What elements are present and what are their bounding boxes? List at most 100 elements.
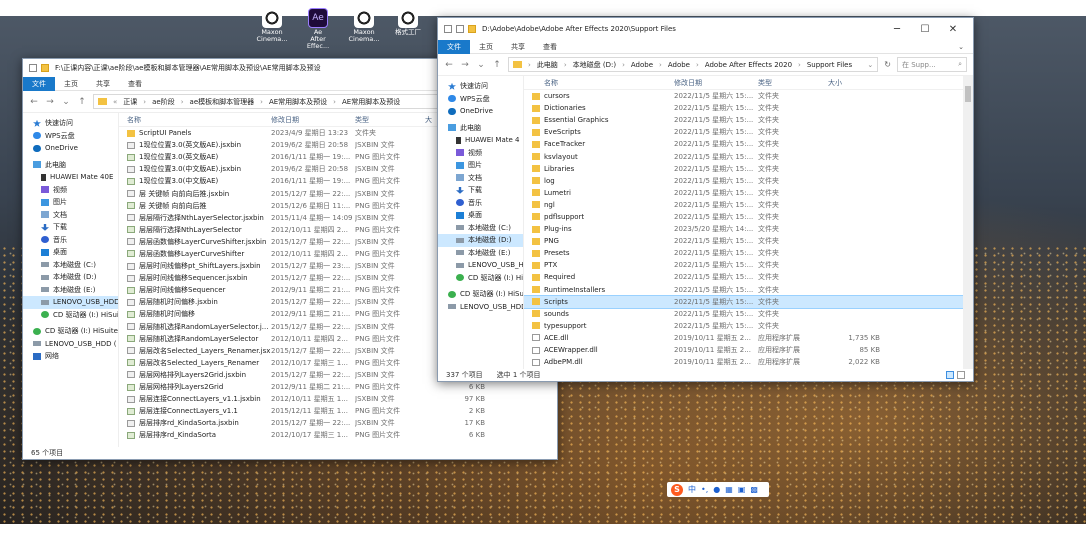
- nav-item[interactable]: LENOVO_USB_HDD: [438, 301, 523, 314]
- large-icons-view-icon[interactable]: [957, 371, 965, 379]
- file-row[interactable]: log 2022/11/5 星期六 15:... 文件夹: [524, 175, 973, 187]
- nav-item[interactable]: 本地磁盘 (C:): [438, 222, 523, 235]
- breadcrumb-item[interactable]: ae模板和脚本管理器: [190, 97, 255, 107]
- ribbon-tabs[interactable]: 文件 主页 共享 查看 ⌄: [438, 39, 973, 54]
- details-view-icon[interactable]: [946, 371, 954, 379]
- tab-share[interactable]: 共享: [87, 77, 119, 91]
- file-row[interactable]: Required 2022/11/5 星期六 15:... 文件夹: [524, 271, 973, 283]
- breadcrumb-item[interactable]: Support Files: [807, 61, 852, 69]
- file-row[interactable]: RuntimeInstallers 2022/11/5 星期六 15:... 文件夹: [524, 284, 973, 296]
- nav-item[interactable]: 下载: [438, 184, 523, 197]
- file-list[interactable]: 名称 修改日期 类型 大小 cursors 2022/11/5 星期六 15:..…: [524, 76, 973, 369]
- breadcrumb-item[interactable]: 正课: [123, 97, 137, 107]
- tab-view[interactable]: 查看: [534, 40, 566, 54]
- scrollbar-thumb[interactable]: [965, 86, 971, 102]
- file-row[interactable]: PNG 2022/11/5 星期六 15:... 文件夹: [524, 235, 973, 247]
- file-row[interactable]: PTX 2022/11/5 星期六 15:... 文件夹: [524, 259, 973, 271]
- nav-item[interactable]: 此电脑: [23, 159, 118, 172]
- file-row[interactable]: Essential Graphics 2022/11/5 星期六 15:... 文件…: [524, 114, 973, 126]
- header-name[interactable]: 名称: [524, 78, 674, 88]
- check-icon[interactable]: [456, 25, 464, 33]
- nav-item[interactable]: WPS云盘: [23, 130, 118, 143]
- file-row[interactable]: ksvlayout 2022/11/5 星期六 15:... 文件夹: [524, 150, 973, 162]
- ime-toolbar[interactable]: S 中 •, ● ▦ ▣ ▩: [667, 482, 769, 497]
- file-row[interactable]: sounds 2022/11/5 星期六 15:... 文件夹: [524, 308, 973, 320]
- breadcrumb-item[interactable]: 本地磁盘 (D:): [573, 60, 616, 70]
- nav-item[interactable]: LENOVO_USB_HDD (: [23, 338, 118, 351]
- nav-item[interactable]: 图片: [23, 196, 118, 209]
- quick-access-toolbar[interactable]: [29, 64, 49, 72]
- tab-view[interactable]: 查看: [119, 77, 151, 91]
- file-row[interactable]: 层层网格排列Layers2Grid 2012/9/11 星期二 21:... PNG…: [119, 381, 557, 393]
- file-row[interactable]: Dictionaries 2022/11/5 星期六 15:... 文件夹: [524, 102, 973, 114]
- recent-dropdown-icon[interactable]: ⌄: [476, 60, 486, 70]
- header-type[interactable]: 类型: [758, 78, 828, 88]
- nav-item[interactable]: 本地磁盘 (E:): [23, 284, 118, 297]
- nav-item[interactable]: 快速访问: [438, 80, 523, 93]
- forward-icon[interactable]: →: [45, 97, 55, 107]
- navigation-pane[interactable]: 快速访问 WPS云盘 OneDrive 此电脑 HUAWEI Mate 4 视频 图片 文档下…: [438, 76, 524, 369]
- keyboard-icon[interactable]: ▦: [725, 485, 733, 494]
- nav-item[interactable]: 下载: [23, 221, 118, 234]
- quick-access-toolbar[interactable]: [444, 25, 476, 33]
- nav-item[interactable]: CD 驱动器 (I:) Hi: [438, 272, 523, 285]
- header-type[interactable]: 类型: [355, 115, 425, 125]
- sogou-logo-icon[interactable]: S: [671, 483, 683, 496]
- punctuation-icon[interactable]: •,: [701, 485, 708, 494]
- nav-item[interactable]: CD 驱动器 (I:) HiSuite: [23, 325, 118, 338]
- nav-item[interactable]: 本地磁盘 (D:): [438, 234, 523, 247]
- desktop-icon-after-effects[interactable]: Ae Ae After Effec...: [298, 8, 338, 50]
- properties-icon[interactable]: [29, 64, 37, 72]
- back-icon[interactable]: ←: [444, 60, 454, 70]
- tab-share[interactable]: 共享: [502, 40, 534, 54]
- nav-item[interactable]: 视频: [23, 184, 118, 197]
- file-row[interactable]: 层层连接ConnectLayers_v1.1 2015/12/11 星期五 1..…: [119, 405, 557, 417]
- properties-icon[interactable]: [444, 25, 452, 33]
- breadcrumb-item[interactable]: AE常用脚本及预设: [269, 97, 327, 107]
- nav-item[interactable]: 桌面: [23, 246, 118, 259]
- nav-item[interactable]: CD 驱动器 (I:) HiSui: [438, 288, 523, 301]
- nav-item[interactable]: 快速访问: [23, 117, 118, 130]
- view-toggle[interactable]: [946, 371, 965, 379]
- breadcrumb-item[interactable]: Adobe: [668, 61, 690, 69]
- file-row[interactable]: ACE.dll 2019/10/11 星期五 2... 应用程序扩展 1,735 KB: [524, 332, 973, 344]
- file-row[interactable]: EveScripts 2022/11/5 星期六 15:... 文件夹: [524, 126, 973, 138]
- close-icon[interactable]: ✕: [939, 24, 967, 35]
- tab-file[interactable]: 文件: [23, 76, 55, 91]
- file-row[interactable]: Scripts 2022/11/5 星期六 15:... 文件夹: [524, 294, 973, 309]
- address-bar[interactable]: › 此电脑 › 本地磁盘 (D:) › Adobe › Adobe › Adobe Af…: [508, 57, 879, 72]
- file-row[interactable]: Plug-ins 2023/5/20 星期六 14:... 文件夹: [524, 223, 973, 235]
- nav-item[interactable]: OneDrive: [438, 105, 523, 118]
- breadcrumb-item[interactable]: ae阶段: [152, 97, 175, 107]
- column-headers[interactable]: 名称 修改日期 类型 大小: [524, 76, 973, 90]
- ribbon-expand-icon[interactable]: ⌄: [949, 40, 973, 54]
- title-bar[interactable]: D:\Adobe\Adobe\Adobe After Effects 2020\…: [438, 18, 973, 40]
- header-date[interactable]: 修改日期: [674, 78, 758, 88]
- nav-item[interactable]: 文档: [23, 209, 118, 222]
- search-input[interactable]: 在 Supp... ⌕: [897, 57, 967, 72]
- nav-item[interactable]: 音乐: [438, 197, 523, 210]
- nav-item[interactable]: 视频: [438, 147, 523, 160]
- nav-item[interactable]: 本地磁盘 (D:): [23, 271, 118, 284]
- new-folder-icon[interactable]: [468, 25, 476, 33]
- nav-item[interactable]: 文档: [438, 172, 523, 185]
- nav-item[interactable]: LENOVO_USB_HDD: [23, 296, 118, 309]
- tab-home[interactable]: 主页: [470, 40, 502, 54]
- desktop-icon-maxon-2[interactable]: Maxon Cinema...: [344, 8, 384, 43]
- file-row[interactable]: 层层连接ConnectLayers_v1.1.jsxbin 2012/10/11 …: [119, 393, 557, 405]
- nav-item[interactable]: CD 驱动器 (I:) HiSuite: [23, 309, 118, 322]
- nav-item[interactable]: HUAWEI Mate 40E: [23, 171, 118, 184]
- file-row[interactable]: Presets 2022/11/5 星期六 15:... 文件夹: [524, 247, 973, 259]
- forward-icon[interactable]: →: [460, 60, 470, 70]
- nav-item[interactable]: HUAWEI Mate 4: [438, 134, 523, 147]
- header-date[interactable]: 修改日期: [271, 115, 355, 125]
- recent-dropdown-icon[interactable]: ⌄: [61, 97, 71, 107]
- header-name[interactable]: 名称: [119, 115, 271, 125]
- file-row[interactable]: 层层排序rd_KindaSorta 2012/10/17 星期三 1... PNG …: [119, 429, 557, 441]
- nav-item[interactable]: 本地磁盘 (E:): [438, 247, 523, 260]
- navigation-pane[interactable]: 快速访问 WPS云盘 OneDrive 此电脑 HUAWEI Mate 40E 视频 图片文…: [23, 113, 119, 447]
- new-folder-icon[interactable]: [41, 64, 49, 72]
- microphone-icon[interactable]: ●: [713, 485, 720, 494]
- nav-item[interactable]: 音乐: [23, 234, 118, 247]
- back-icon[interactable]: ←: [29, 97, 39, 107]
